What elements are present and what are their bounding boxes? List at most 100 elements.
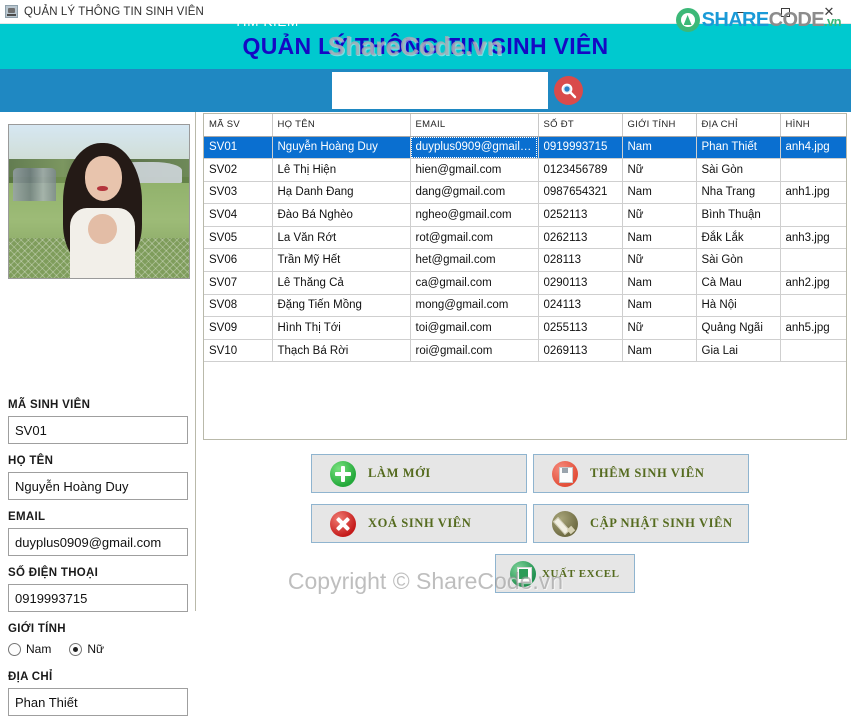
table-cell[interactable]: La Văn Rớt [272, 226, 411, 250]
table-cell[interactable]: SV10 [204, 339, 273, 363]
table-cell[interactable]: 0262113 [538, 226, 623, 250]
table-row[interactable]: SV05 La Văn Rớt rot@gmail.com 0262113 Nam Đắk… [204, 226, 846, 250]
table-row[interactable]: SV03 Hạ Danh Đang dang@gmail.com 0987654321… [204, 181, 846, 205]
table-column-header-1[interactable]: HỌ TÊN [272, 114, 411, 137]
input-address[interactable] [8, 688, 188, 716]
table-cell[interactable]: dang@gmail.com [410, 181, 539, 205]
table-cell[interactable]: SV06 [204, 248, 273, 273]
table-cell[interactable]: SV01 [204, 136, 273, 160]
table-cell[interactable]: ca@gmail.com [410, 271, 539, 295]
table-cell[interactable]: SV05 [204, 226, 273, 250]
table-column-header-5[interactable]: ĐỊA CHỈ [696, 114, 781, 137]
table-cell[interactable]: Phan Thiết [696, 136, 781, 160]
table-cell[interactable]: Nữ [622, 316, 697, 340]
table-cell[interactable]: 024113 [538, 294, 623, 318]
table-cell[interactable] [780, 339, 846, 363]
table-cell[interactable]: 0255113 [538, 316, 623, 340]
table-cell[interactable]: SV03 [204, 181, 273, 205]
table-cell[interactable]: Nữ [622, 158, 697, 182]
table-cell[interactable]: Thạch Bá Rời [272, 339, 411, 363]
table-row[interactable]: SV07 Lê Thăng Cả ca@gmail.com 0290113 Nam Cà … [204, 271, 846, 295]
table-row[interactable]: SV08 Đặng Tiến Mồng mong@gmail.com 024113 Na… [204, 294, 846, 318]
table-cell[interactable] [780, 294, 846, 318]
table-cell[interactable]: Hạ Danh Đang [272, 181, 411, 205]
table-cell[interactable]: 0252113 [538, 203, 623, 227]
table-cell[interactable]: 0987654321 [538, 181, 623, 205]
table-row[interactable]: SV09 Hình Thị Tới toi@gmail.com 0255113 Nữ Qu… [204, 316, 846, 340]
table-cell[interactable]: Nam [622, 181, 697, 205]
table-cell[interactable]: roi@gmail.com [410, 339, 539, 363]
new-button[interactable]: LÀM MỚI [311, 454, 527, 493]
table-column-header-4[interactable]: GIỚI TÍNH [622, 114, 697, 137]
table-cell[interactable]: anh2.jpg [780, 271, 846, 295]
table-cell[interactable]: SV09 [204, 316, 273, 340]
update-student-button[interactable]: CẬP NHẬT SINH VIÊN [533, 504, 749, 543]
table-cell[interactable]: Trần Mỹ Hết [272, 248, 411, 273]
table-cell[interactable]: anh4.jpg [780, 136, 846, 160]
search-button[interactable] [554, 76, 583, 105]
table-cell[interactable]: SV04 [204, 203, 273, 227]
table-cell[interactable]: Nam [622, 339, 697, 363]
table-cell[interactable]: ngheo@gmail.com [410, 203, 539, 227]
close-button[interactable]: ✕ [807, 0, 851, 24]
table-cell[interactable] [780, 158, 846, 182]
table-cell[interactable]: Bình Thuận [696, 203, 781, 227]
table-column-header-0[interactable]: MÃ SV [204, 114, 273, 137]
radio-gender-nu[interactable]: Nữ [69, 642, 104, 656]
table-column-header-6[interactable]: HÌNH [780, 114, 846, 137]
table-cell[interactable]: Cà Mau [696, 271, 781, 295]
input-email[interactable] [8, 528, 188, 556]
table-cell[interactable]: Sài Gòn [696, 248, 781, 273]
table-cell[interactable]: Hà Nội [696, 294, 781, 318]
table-cell[interactable]: Đặng Tiến Mồng [272, 294, 411, 318]
table-cell[interactable]: 028113 [538, 248, 623, 273]
export-excel-button[interactable]: XUẤT EXCEL [495, 554, 635, 593]
input-full-name[interactable] [8, 472, 188, 500]
table-cell[interactable]: Nguyễn Hoàng Duy [272, 136, 411, 160]
table-column-header-3[interactable]: SỐ ĐT [538, 114, 623, 137]
table-cell[interactable]: Đắk Lắk [696, 226, 781, 250]
table-cell[interactable]: 0269113 [538, 339, 623, 363]
table-row[interactable]: SV01 Nguyễn Hoàng Duy duyplus0909@gmail.co… [204, 136, 846, 160]
table-cell[interactable]: Nữ [622, 203, 697, 227]
table-cell[interactable] [780, 248, 846, 273]
radio-gender-nam[interactable]: Nam [8, 642, 51, 656]
table-cell[interactable]: SV02 [204, 158, 273, 182]
table-cell[interactable]: het@gmail.com [410, 248, 539, 273]
table-cell[interactable]: Nữ [622, 248, 697, 273]
input-phone[interactable] [8, 584, 188, 612]
table-row[interactable]: SV02 Lê Thị Hiện hien@gmail.com 0123456789 N… [204, 158, 846, 182]
table-cell[interactable]: Hình Thị Tới [272, 316, 411, 340]
table-cell[interactable]: Lê Thị Hiện [272, 158, 411, 182]
table-cell[interactable]: mong@gmail.com [410, 294, 539, 318]
table-cell[interactable]: anh1.jpg [780, 181, 846, 205]
table-row[interactable]: SV10 Thạch Bá Rời roi@gmail.com 0269113 Nam G… [204, 339, 846, 363]
table-cell[interactable]: SV08 [204, 294, 273, 318]
table-cell[interactable]: Quảng Ngãi [696, 316, 781, 340]
add-student-button[interactable]: THÊM SINH VIÊN [533, 454, 749, 493]
delete-student-button[interactable]: XOÁ SINH VIÊN [311, 504, 527, 543]
table-cell[interactable]: Sài Gòn [696, 158, 781, 182]
table-cell[interactable]: Nam [622, 271, 697, 295]
table-cell[interactable]: 0919993715 [538, 136, 623, 160]
table-cell[interactable]: Gia Lai [696, 339, 781, 363]
input-student-id[interactable] [8, 416, 188, 444]
table-cell[interactable]: Nam [622, 136, 697, 160]
students-table-container[interactable]: MÃ SV HỌ TÊN EMAIL SỐ ĐT GIỚI TÍNH ĐỊA CHỈ HÌN… [203, 113, 847, 440]
table-cell[interactable]: rot@gmail.com [410, 226, 539, 250]
table-cell[interactable]: hien@gmail.com [410, 158, 539, 182]
minimize-button[interactable] [719, 0, 763, 24]
table-cell[interactable]: 0123456789 [538, 158, 623, 182]
table-cell[interactable]: Nha Trang [696, 181, 781, 205]
table-cell[interactable]: 0290113 [538, 271, 623, 295]
table-cell[interactable] [780, 203, 846, 227]
table-cell[interactable]: duyplus0909@gmail.co.. [410, 136, 539, 160]
table-cell[interactable]: Nam [622, 294, 697, 318]
table-row[interactable]: SV04 Đào Bá Nghèo ngheo@gmail.com 0252113 Nữ… [204, 203, 846, 227]
table-cell[interactable]: Đào Bá Nghèo [272, 203, 411, 227]
table-cell[interactable]: SV07 [204, 271, 273, 295]
maximize-button[interactable] [763, 0, 807, 24]
table-cell[interactable]: anh5.jpg [780, 316, 846, 340]
search-input[interactable] [332, 72, 548, 109]
table-row[interactable]: SV06 Trần Mỹ Hết het@gmail.com 028113 Nữ Sài … [204, 248, 846, 273]
